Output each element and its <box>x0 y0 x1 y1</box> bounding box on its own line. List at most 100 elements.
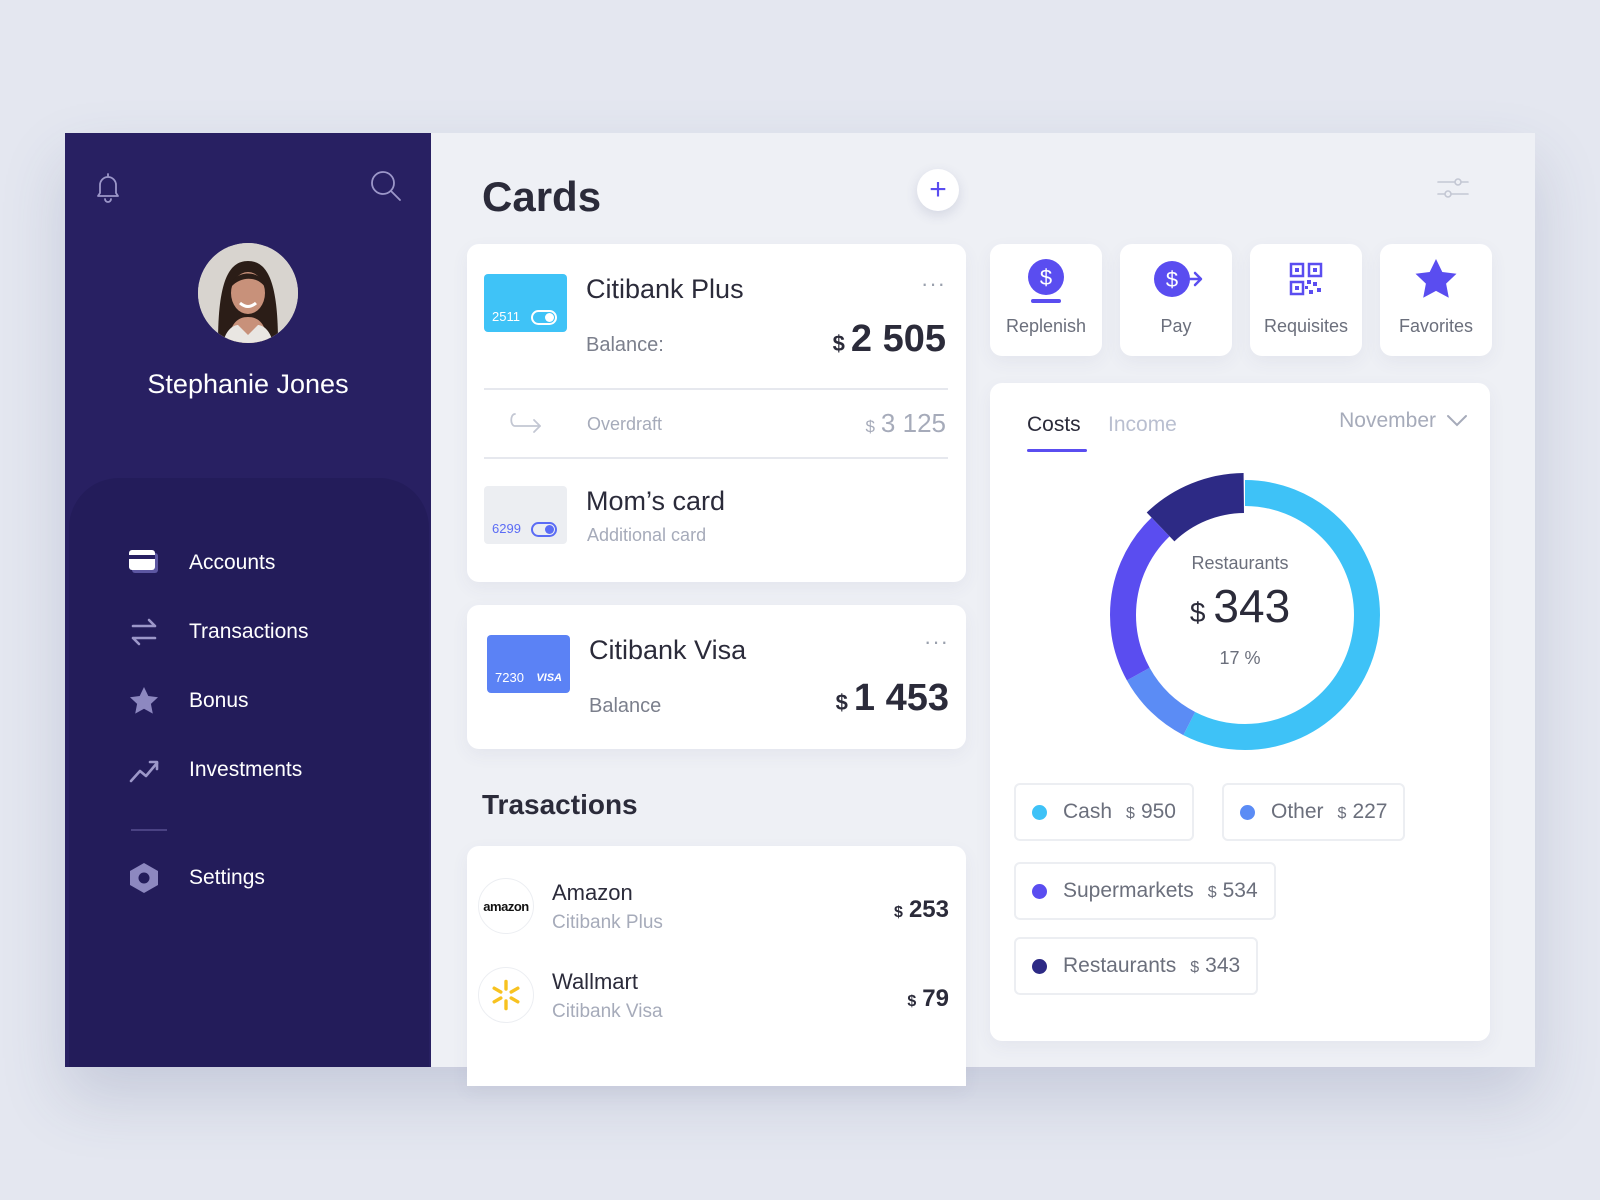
transaction-card: Citibank Visa <box>552 1001 663 1022</box>
transfer-arrows-icon <box>127 615 161 649</box>
amazon-logo-text: amazon <box>483 898 529 914</box>
currency-symbol: $ <box>1189 597 1206 628</box>
transaction-amount: $79 <box>907 985 949 1013</box>
card-thumbnail: 2511 <box>484 274 567 332</box>
highlight-amount: $343 <box>990 579 1490 633</box>
legend-dot <box>1032 958 1047 974</box>
legend-restaurants[interactable]: Restaurants $343 <box>1014 937 1259 995</box>
star-icon <box>1380 258 1492 304</box>
card-thumbnail: 6299 <box>484 486 567 544</box>
merchant-name: Wallmart <box>552 969 638 994</box>
sidebar-item-settings[interactable]: Settings <box>127 858 265 898</box>
overdraft-label: Overdraft <box>587 414 663 434</box>
transaction-card: Citibank Plus <box>552 912 663 933</box>
search-icon[interactable] <box>369 169 403 203</box>
sidebar-item-bonus[interactable]: Bonus <box>127 681 249 721</box>
amazon-logo: amazon <box>478 878 534 934</box>
hexagon-gear-icon <box>127 861 161 895</box>
amount-value: 343 <box>1205 954 1241 977</box>
card-name: Citibank Visa <box>589 635 747 665</box>
currency-symbol: $ <box>907 993 917 1010</box>
citibank-plus-card[interactable]: 2511 Citibank Plus ··· Balance: $2 505 O… <box>467 244 966 582</box>
card-balance: $2 505 <box>833 318 946 361</box>
list-item[interactable]: amazon Amazon Citibank Plus $253 <box>467 866 966 946</box>
costs-chart-panel: Costs Income November Restaurants $343 1… <box>990 383 1490 1041</box>
currency-symbol: $ <box>894 904 903 921</box>
requisites-button[interactable]: Requisites <box>1250 244 1362 356</box>
divider <box>484 388 948 390</box>
legend-amount: $343 <box>1190 954 1240 978</box>
chevron-down-icon <box>1447 415 1467 427</box>
sidebar-menu: Accounts Transactions Bonus Investments … <box>69 478 429 1067</box>
overdraft-value: $3 125 <box>865 408 946 439</box>
card-number: 2511 <box>492 309 520 324</box>
app-window: Stephanie Jones Accounts Transactions Bo… <box>65 133 1535 1086</box>
amount-value: 534 <box>1222 879 1258 902</box>
card-balance: $1 453 <box>836 677 949 720</box>
sidebar-item-investments[interactable]: Investments <box>127 750 302 790</box>
legend-cash[interactable]: Cash $950 <box>1014 783 1194 841</box>
legend-amount: $950 <box>1126 800 1176 824</box>
plus-icon: + <box>929 173 947 206</box>
transactions-list: amazon Amazon Citibank Plus $253 Wallmar… <box>467 846 966 1086</box>
legend-dot <box>1032 804 1047 820</box>
page-title: Cards <box>482 173 602 220</box>
amount-value: 79 <box>922 985 949 1012</box>
walmart-logo <box>478 967 534 1023</box>
month-select[interactable]: November <box>1339 409 1468 433</box>
amount-value: 227 <box>1352 800 1388 823</box>
sidebar-item-label: Transactions <box>189 620 309 643</box>
card-name: Citibank Plus <box>586 274 744 304</box>
legend-name: Restaurants <box>1063 954 1177 977</box>
filter-icon[interactable] <box>1436 173 1470 203</box>
amount-value: 950 <box>1140 800 1176 823</box>
pay-button[interactable]: $ Pay <box>1120 244 1232 356</box>
sidebar-item-label: Investments <box>189 758 303 781</box>
divider <box>484 457 948 459</box>
sidebar-item-transactions[interactable]: Transactions <box>127 612 308 652</box>
tab-costs[interactable]: Costs <box>1027 413 1081 437</box>
merchant-name: Amazon <box>552 880 633 905</box>
amount-value: 343 <box>1213 580 1291 632</box>
card-toggle[interactable] <box>531 310 557 325</box>
dollar-coin-icon: $ <box>990 258 1102 304</box>
sidebar-item-label: Accounts <box>189 551 276 574</box>
favorites-button[interactable]: Favorites <box>1380 244 1492 356</box>
card-toggle[interactable] <box>531 522 557 537</box>
highlight-percent: 17 % <box>1219 648 1261 668</box>
menu-divider <box>131 829 167 831</box>
action-label: Favorites <box>1398 316 1474 336</box>
visa-logo: VISA <box>536 672 562 684</box>
sidebar-item-label: Bonus <box>189 689 249 712</box>
card-number: 6299 <box>492 521 521 536</box>
bell-icon[interactable] <box>91 169 125 203</box>
list-item[interactable]: Wallmart Citibank Visa $79 <box>467 955 966 1035</box>
currency-symbol: $ <box>1190 959 1200 976</box>
active-tab-indicator <box>1027 449 1087 452</box>
add-card-button[interactable]: + <box>917 169 959 211</box>
action-label: Replenish <box>1005 316 1087 336</box>
tab-income[interactable]: Income <box>1108 413 1177 437</box>
currency-symbol: $ <box>865 417 875 436</box>
legend-name: Cash <box>1063 800 1113 823</box>
month-value: November <box>1339 409 1436 432</box>
currency-symbol: $ <box>1337 805 1347 822</box>
more-options-icon[interactable]: ··· <box>924 631 949 653</box>
legend-name: Other <box>1271 800 1324 823</box>
legend-supermarkets[interactable]: Supermarkets $534 <box>1014 862 1276 920</box>
transactions-title: Trasactions <box>482 789 638 820</box>
more-options-icon[interactable]: ··· <box>921 273 946 295</box>
balance-value: 2 505 <box>850 318 946 360</box>
trend-up-icon <box>127 753 161 787</box>
currency-symbol: $ <box>1126 805 1135 822</box>
card-number: 7230 <box>495 670 524 685</box>
citibank-visa-card[interactable]: 7230 VISA Citibank Visa ··· Balance $1 4… <box>467 605 966 749</box>
legend-dot <box>1240 804 1255 820</box>
overdraft-amount: 3 125 <box>880 408 946 438</box>
legend-other[interactable]: Other $227 <box>1222 783 1406 841</box>
legend-name: Supermarkets <box>1063 879 1194 902</box>
sidebar-item-accounts[interactable]: Accounts <box>127 543 275 583</box>
replenish-button[interactable]: $ Replenish <box>990 244 1102 356</box>
star-icon <box>127 684 161 718</box>
transaction-amount: $253 <box>894 896 949 924</box>
